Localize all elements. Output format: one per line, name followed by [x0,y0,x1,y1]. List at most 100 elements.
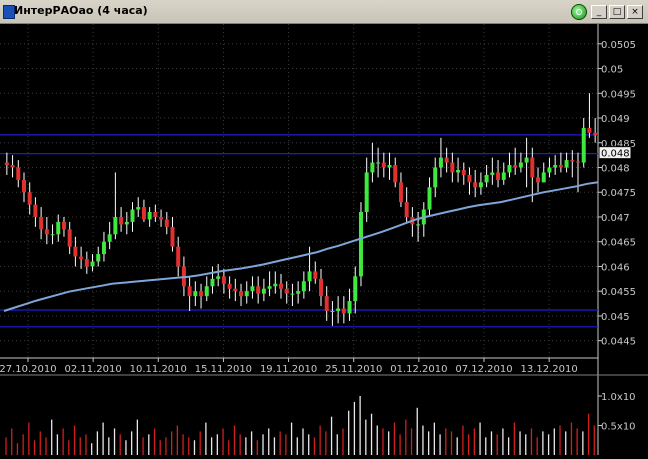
volume-tick-label: 1.0x10 [601,392,636,403]
candle-body [307,271,312,282]
candle-body [124,221,129,225]
candle-body [587,127,592,133]
minimize-button[interactable]: _ [591,5,607,19]
candle-body [507,165,512,173]
candle-body [204,286,209,297]
candle-body [90,261,95,267]
candle-body [33,204,38,217]
candle-body [141,207,146,220]
candle-body [547,167,552,173]
candle-body [330,310,335,312]
candle-body [473,182,478,188]
candle-body [461,169,466,175]
candle-body [239,291,244,297]
candle-body [296,291,301,294]
price-chart[interactable]: 0.05050.050.04950.0490.04850.0480.04750.… [0,24,648,459]
candle-body [130,209,135,222]
y-tick-label: 0.0445 [601,337,636,348]
x-tick-label: 02.11.2010 [65,364,122,375]
candle-body [210,278,215,287]
candle-body [313,271,318,279]
candle-body [558,165,563,168]
x-tick-label: 19.11.2010 [260,364,317,375]
candle-body [221,276,226,284]
candle-body [4,162,9,166]
candle-body [301,281,306,292]
x-tick-label: 01.12.2010 [390,364,447,375]
x-tick-label: 07.12.2010 [455,364,512,375]
y-tick-label: 0.05 [601,65,623,76]
candle-body [358,212,363,277]
candle-body [261,288,266,294]
candle-body [39,216,44,230]
candle-body [193,291,198,297]
x-tick-label: 25.11.2010 [325,364,382,375]
candle-body [67,229,72,247]
candle-body [170,226,175,247]
candle-body [490,172,495,175]
candle-body [530,157,535,178]
candle-body [50,234,55,236]
candle-body [536,177,541,183]
candle-body [16,167,21,180]
candle-body [227,283,232,289]
candle-body [176,246,181,267]
candle-body [381,162,386,168]
candle-body [27,192,32,205]
candle-body [398,182,403,203]
candle-body [387,165,392,168]
candle-body [44,229,49,235]
candle-body [159,216,164,220]
candle-body [250,286,255,292]
candle-body [467,174,472,183]
window-titlebar: ИнтерРАОао (4 часа) _ □ × [0,0,648,24]
candle-body [119,216,124,225]
candle-body [318,278,323,297]
close-button[interactable]: × [627,5,643,19]
y-tick-label: 0.0475 [601,188,636,199]
candle-body [393,165,398,183]
candle-body [284,288,289,294]
volume-tick-label: 0.5x10 [601,422,636,433]
candle-body [478,182,483,188]
candle-body [347,301,352,314]
candle-body [10,165,15,168]
y-tick-label: 0.049 [601,114,630,125]
candle-body [187,286,192,297]
candle-body [404,202,409,217]
candle-body [267,286,272,289]
candle-body [136,207,141,210]
candle-body [501,172,506,180]
candle-body [21,179,26,193]
candle-body [216,276,221,279]
y-tick-label: 0.047 [601,213,630,224]
candle-body [444,157,449,163]
candle-body [61,221,66,230]
candle-body [484,174,489,183]
candle-body [101,241,106,255]
x-tick-label: 15.11.2010 [195,364,252,375]
candle-body [96,254,101,262]
candle-body [73,246,78,257]
candle-body [199,291,204,297]
candle-body [273,283,278,287]
candle-body [456,169,461,173]
candle-body [593,132,598,136]
candle-body [147,212,152,220]
y-tick-label: 0.0455 [601,287,636,298]
candle-body [56,221,61,235]
candle-body [279,283,284,289]
last-price-label: 0.0483 [601,149,636,160]
candle-body [524,157,529,163]
candle-body [564,160,569,168]
candle-body [79,256,84,260]
candle-body [450,162,455,173]
candle-body [113,216,118,235]
maximize-button[interactable]: □ [609,5,625,19]
status-indicator-icon[interactable] [571,4,587,20]
candle-body [164,219,169,227]
candle-body [341,308,346,314]
candle-body [84,259,89,267]
candle-body [324,296,329,311]
candle-body [353,276,358,302]
